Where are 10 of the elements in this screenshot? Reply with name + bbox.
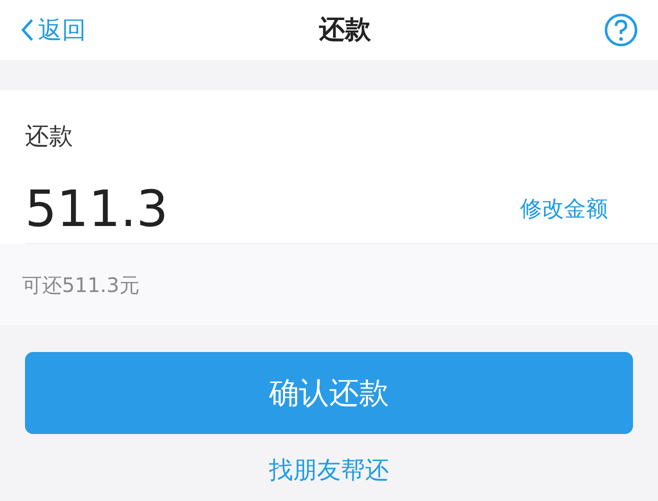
section-label: 还款 — [25, 121, 74, 152]
page-title: 还款 — [319, 14, 371, 46]
friend-help-link[interactable]: 找朋友帮还 — [269, 452, 389, 488]
chevron-left-icon — [20, 18, 34, 42]
confirm-button[interactable]: 确认还款 — [25, 352, 633, 434]
amount-value: 511.3 — [25, 179, 168, 240]
back-button[interactable]: 返回 — [20, 12, 86, 48]
help-icon[interactable] — [604, 13, 638, 47]
edit-amount-link[interactable]: 修改金额 — [520, 193, 608, 226]
available-amount: 可还511.3元 — [22, 272, 140, 298]
